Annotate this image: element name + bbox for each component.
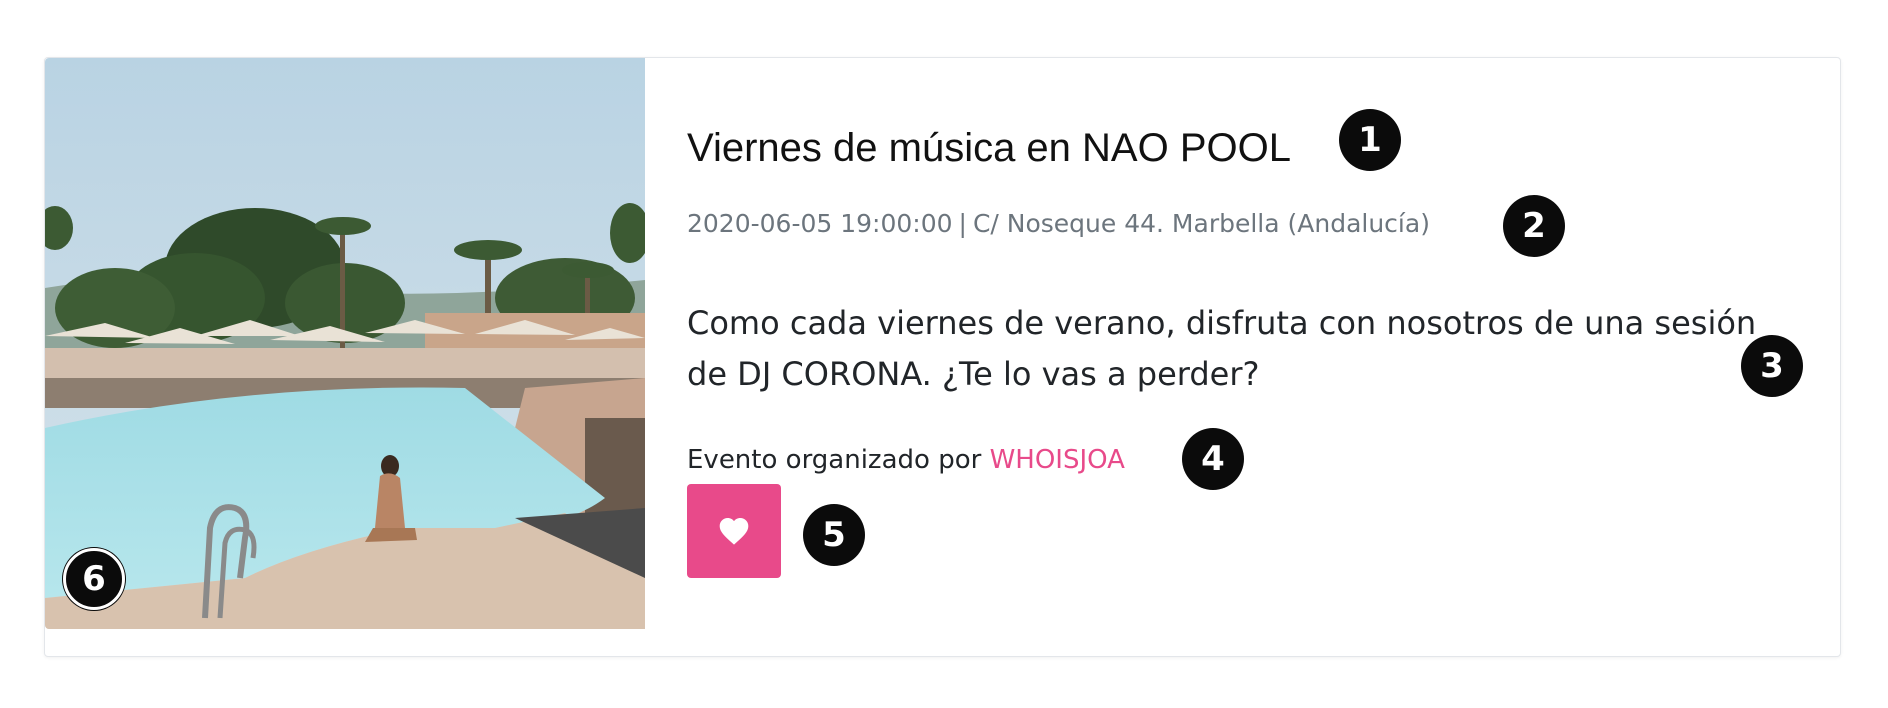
event-meta: 2020-06-05 19:00:00 | C/ Noseque 44. Marbe… xyxy=(687,209,1430,238)
organizer-link[interactable]: WHOISJOA xyxy=(990,445,1125,475)
event-date: 2020-06-05 19:00:00 xyxy=(687,209,953,238)
event-address: C/ Noseque 44. Marbella (Andalucía) xyxy=(972,209,1430,238)
annotation-badge-3: 3 xyxy=(1741,335,1803,397)
heart-icon xyxy=(717,516,751,546)
like-button[interactable] xyxy=(687,484,781,578)
annotation-badge-4: 4 xyxy=(1182,428,1244,490)
meta-separator: | xyxy=(958,209,967,238)
annotation-badge-6: 6 xyxy=(63,548,125,610)
event-card: Viernes de música en NAO POOL 2020-06-05… xyxy=(44,57,1841,657)
organizer-prefix: Evento organizado por xyxy=(687,445,982,475)
annotation-badge-1: 1 xyxy=(1339,109,1401,171)
event-description: Como cada viernes de verano, disfruta co… xyxy=(687,304,1757,393)
annotation-badge-2: 2 xyxy=(1503,195,1565,257)
annotation-badge-5: 5 xyxy=(803,504,865,566)
event-organizer: Evento organizado por WHOISJOA xyxy=(687,445,1125,475)
event-image xyxy=(45,58,645,629)
event-title: Viernes de música en NAO POOL xyxy=(687,126,1291,170)
